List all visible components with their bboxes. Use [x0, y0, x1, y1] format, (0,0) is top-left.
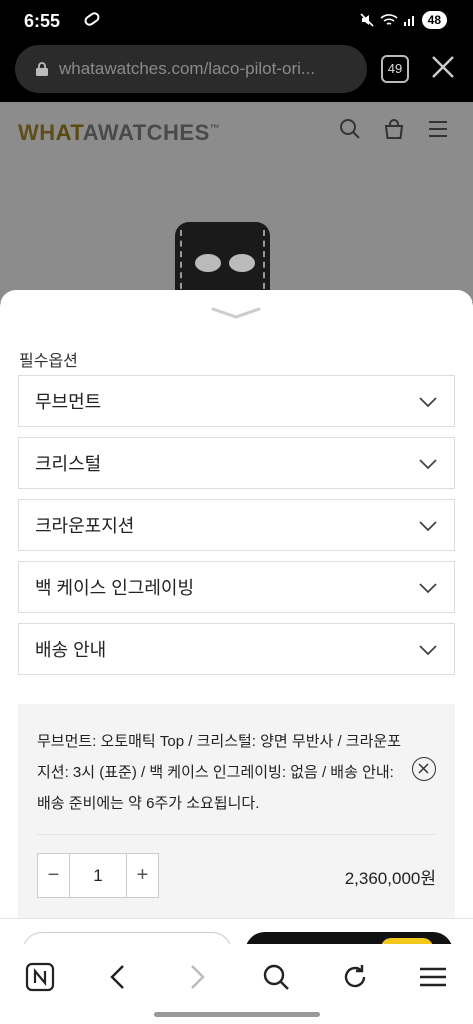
decrease-quantity-button[interactable]: − [38, 854, 69, 897]
website-background: WHATAWATCHES™ [0, 102, 473, 302]
browser-toolbar: whatawatches.com/laco-pilot-ori... 49 [0, 42, 473, 102]
chevron-down-icon [419, 459, 437, 470]
strap-rivet [195, 254, 221, 272]
address-bar[interactable]: whatawatches.com/laco-pilot-ori... [15, 45, 367, 93]
option-label: 배송 안내 [35, 640, 107, 660]
option-select-crystal[interactable]: 크리스털 [18, 437, 455, 489]
quantity-stepper: − 1 + [37, 853, 159, 898]
options-bottom-sheet: 필수옵션 무브먼트 크리스털 크라운포지션 백 케이스 인그레이빙 배송 안내 … [0, 290, 473, 918]
selected-options-text: 무브먼트: 오토매틱 Top / 크리스털: 양면 무반사 / 크라운포지션: … [37, 733, 401, 812]
naver-icon[interactable] [24, 961, 56, 993]
option-label: 백 케이스 인그레이빙 [35, 578, 195, 598]
option-label: 크리스털 [35, 454, 102, 474]
forward-icon[interactable] [181, 961, 213, 993]
wifi-icon [380, 14, 398, 25]
site-header-icons [339, 118, 449, 140]
site-header: WHATAWATCHES™ [0, 102, 473, 158]
url-text: whatawatches.com/laco-pilot-ori... [59, 59, 316, 78]
status-indicators: 48 [359, 11, 447, 29]
pill-icon [82, 10, 102, 28]
option-label: 무브먼트 [35, 392, 102, 412]
required-options-label: 필수옵션 [19, 353, 78, 370]
site-logo[interactable]: WHATAWATCHES™ [18, 120, 220, 146]
status-bar: 6:55 48 [0, 0, 473, 42]
mute-icon [360, 13, 374, 27]
option-select-caseback-engraving[interactable]: 백 케이스 인그레이빙 [18, 561, 455, 613]
close-circle-icon [418, 763, 429, 774]
chevron-down-icon [419, 397, 437, 408]
home-indicator[interactable] [154, 1012, 320, 1017]
selected-option-summary: 무브먼트: 오토매틱 Top / 크리스털: 양면 무반사 / 크라운포지션: … [18, 704, 455, 918]
search-icon[interactable] [339, 118, 361, 140]
tabs-button[interactable]: 49 [381, 55, 409, 83]
summary-divider [37, 834, 436, 835]
logo-part: WH [18, 120, 56, 145]
logo-part: AT [55, 120, 83, 145]
lock-icon [36, 62, 48, 76]
logo-part: AWATCHES [82, 120, 210, 145]
buy-now-button[interactable] [245, 932, 453, 944]
back-icon[interactable] [102, 961, 134, 993]
remove-selection-button[interactable] [412, 757, 436, 781]
quantity-input[interactable]: 1 [69, 854, 127, 897]
sheet-collapse-handle-icon[interactable] [211, 306, 261, 320]
strap-rivet [229, 254, 255, 272]
browser-navigation-bar [0, 944, 473, 1024]
increase-quantity-button[interactable]: + [127, 854, 158, 897]
purchase-action-bar [0, 918, 473, 944]
chevron-down-icon [419, 645, 437, 656]
option-select-crown-position[interactable]: 크라운포지션 [18, 499, 455, 551]
option-label: 크라운포지션 [35, 516, 135, 536]
search-icon[interactable] [260, 961, 292, 993]
close-icon[interactable] [430, 54, 456, 85]
hamburger-menu-icon[interactable] [427, 118, 449, 140]
option-select-shipping-info[interactable]: 배송 안내 [18, 623, 455, 675]
shopping-bag-icon[interactable] [383, 118, 405, 140]
menu-icon[interactable] [417, 961, 449, 993]
status-time: 6:55 [24, 11, 61, 31]
battery-indicator: 48 [421, 11, 447, 29]
total-price: 2,360,000원 [344, 869, 436, 888]
logo-trademark: ™ [209, 123, 221, 135]
add-to-cart-button[interactable] [22, 932, 232, 944]
chevron-down-icon [419, 521, 437, 532]
signal-icon [403, 16, 414, 26]
chevron-down-icon [419, 583, 437, 594]
refresh-icon[interactable] [339, 961, 371, 993]
option-select-movement[interactable]: 무브먼트 [18, 375, 455, 427]
